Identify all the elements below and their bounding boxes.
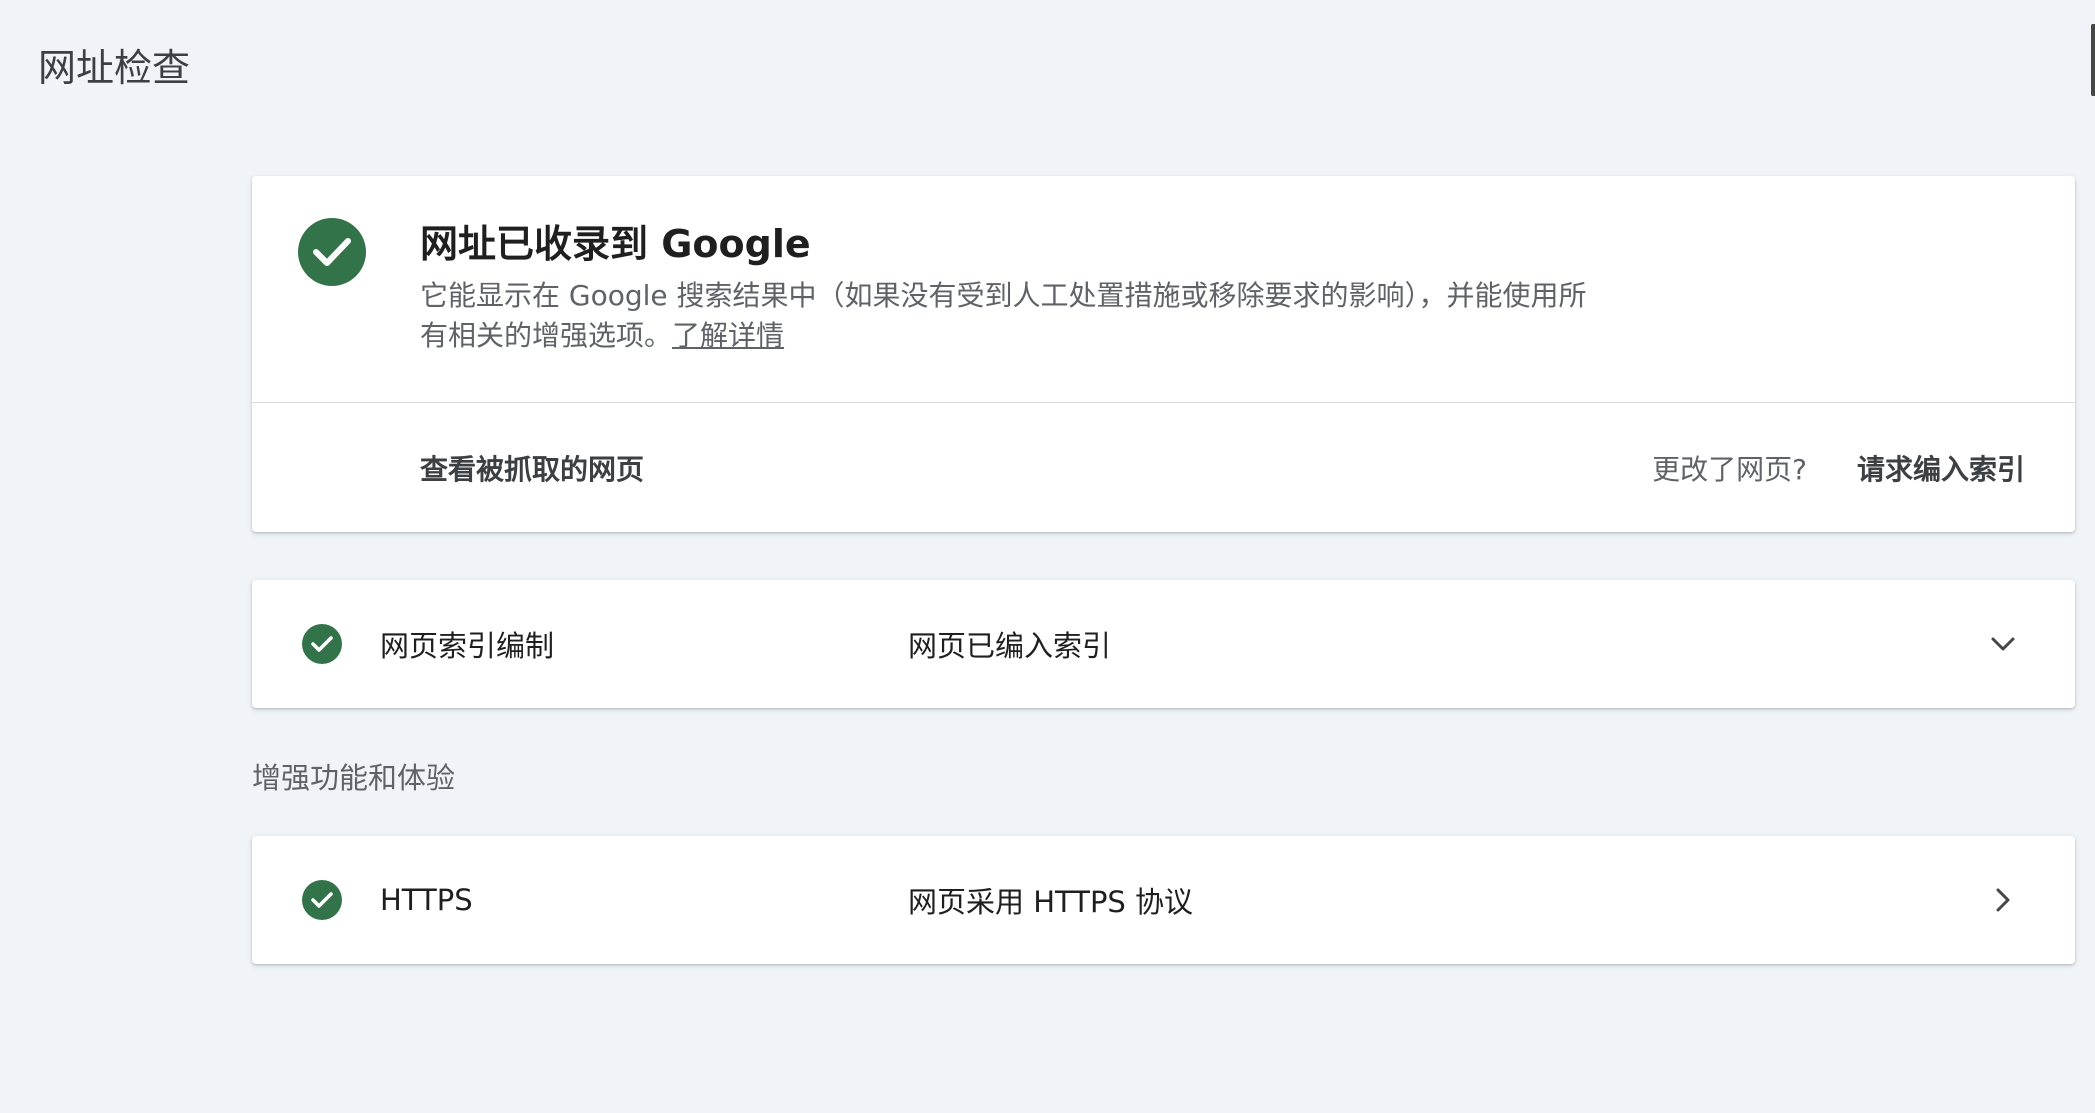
https-status: 网页采用 HTTPS 协议 <box>908 885 1194 919</box>
enhancements-heading: 增强功能和体验 <box>252 761 456 795</box>
coverage-summary: 网址已收录到 Google 它能显示在 Google 搜索结果中（如果没有受到人… <box>252 176 2075 403</box>
view-crawled-page-button[interactable]: 查看被抓取的网页 <box>420 403 644 532</box>
coverage-status-card: 网址已收录到 Google 它能显示在 Google 搜索结果中（如果没有受到人… <box>252 176 2075 532</box>
chevron-down-icon[interactable] <box>1983 624 2023 664</box>
page-indexing-label: 网页索引编制 <box>380 629 555 663</box>
scroll-edge-indicator[interactable] <box>2091 24 2095 96</box>
url-inspection-page: 网址检查 网址已收录到 Google 它能显示在 Google 搜索结果中（如果… <box>0 0 2095 1113</box>
page-indexing-status: 网页已编入索引 <box>908 629 1112 663</box>
page-title: 网址检查 <box>38 46 191 90</box>
coverage-status-description: 它能显示在 Google 搜索结果中（如果没有受到人工处置措施或移除要求的影响）… <box>420 276 1600 356</box>
coverage-description-text: 它能显示在 Google 搜索结果中（如果没有受到人工处置措施或移除要求的影响）… <box>420 279 1587 352</box>
page-indexing-row[interactable]: 网页索引编制 网页已编入索引 <box>252 580 2075 708</box>
check-circle-icon <box>302 624 342 664</box>
coverage-status-title: 网址已收录到 Google <box>420 222 811 266</box>
page-changed-prompt: 更改了网页? <box>1652 452 1807 486</box>
chevron-right-icon[interactable] <box>1983 880 2023 920</box>
coverage-actions: 查看被抓取的网页 更改了网页? 请求编入索引 <box>252 403 2075 532</box>
https-row[interactable]: HTTPS 网页采用 HTTPS 协议 <box>252 836 2075 964</box>
request-indexing-button[interactable]: 请求编入索引 <box>1857 403 2025 532</box>
check-circle-icon <box>298 218 366 286</box>
https-label: HTTPS <box>380 883 473 917</box>
learn-more-link[interactable]: 了解详情 <box>672 319 784 352</box>
check-circle-icon <box>302 880 342 920</box>
